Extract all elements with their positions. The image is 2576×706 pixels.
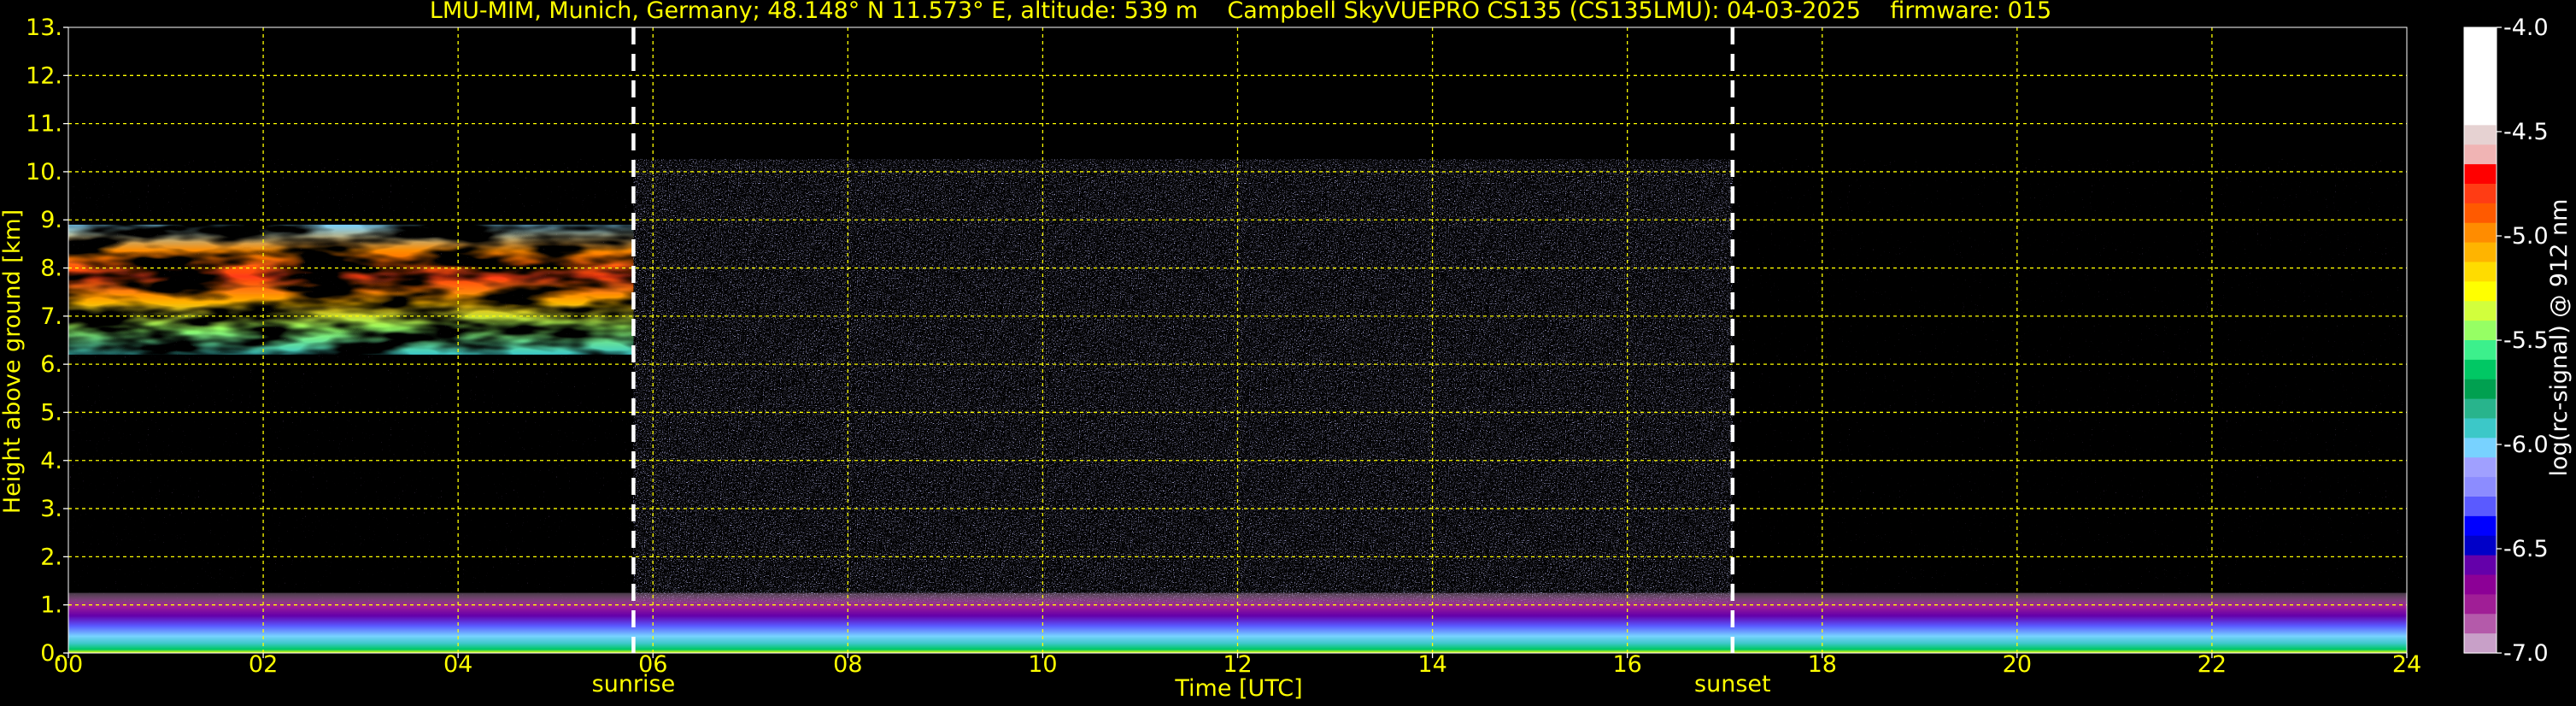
colorbar-segment <box>2464 262 2497 282</box>
x-tick-label: 04 <box>443 651 472 678</box>
y-axis: 0. 1. 2. 3. 4. 5. 6. 7. 8. 9. 10. 11. 12. 13. <box>26 15 68 667</box>
chart-title: LMU-MIM, Munich, Germany; 48.148° N 11.5… <box>430 0 2051 24</box>
y-tick-label: 9. <box>40 207 62 233</box>
ceilometer-figure: LMU-MIM, Munich, Germany; 48.148° N 11.5… <box>0 0 2573 702</box>
x-tick-label: 02 <box>249 651 278 678</box>
colorbar-segment <box>2464 340 2497 361</box>
colorbar-tick-label: -4.0 <box>2503 15 2549 41</box>
x-tick-label: 06 <box>638 651 667 678</box>
x-tick-label: 18 <box>1808 651 1837 678</box>
y-tick-label: 1. <box>40 592 62 619</box>
colorbar-segment <box>2464 242 2497 263</box>
y-tick-label: 13. <box>26 15 62 41</box>
colorbar-segment <box>2464 125 2497 145</box>
colorbar-segment <box>2464 203 2497 224</box>
colorbar-tick-label: -4.5 <box>2503 119 2549 145</box>
sunset-label: sunset <box>1694 671 1771 697</box>
colorbar-segment <box>2464 398 2497 420</box>
colorbar-tick-label: -5.0 <box>2503 223 2549 250</box>
y-tick-label: 12. <box>26 62 62 89</box>
x-tick-label: 20 <box>2003 651 2032 678</box>
colorbar-segment <box>2464 359 2497 380</box>
colorbar: -4.0 -4.5 -5.0 -5.5 -6.0 -6.5 -7.0 <box>2463 15 2549 667</box>
colorbar-segment <box>2464 535 2497 556</box>
x-tick-label: 10 <box>1028 651 1057 678</box>
y-tick-label: 6. <box>40 351 62 378</box>
colorbar-segment <box>2464 418 2497 438</box>
colorbar-tick-label: -5.5 <box>2503 327 2549 354</box>
y-tick-label: 0. <box>40 640 62 667</box>
colorbar-segment <box>2464 105 2497 126</box>
colorbar-segment <box>2464 27 2497 48</box>
colorbar-segment <box>2464 321 2497 341</box>
colorbar-segment <box>2464 457 2497 478</box>
colorbar-segment <box>2464 85 2497 107</box>
colorbar-segment <box>2464 574 2497 595</box>
x-tick-label: 12 <box>1223 651 1252 678</box>
plot-area <box>67 26 2408 654</box>
colorbar-segment <box>2464 66 2497 87</box>
y-axis-label: Height above ground [km] <box>0 209 26 514</box>
cloud-band <box>68 224 634 355</box>
x-tick-label: 14 <box>1417 651 1446 678</box>
y-tick-label: 11. <box>26 111 62 138</box>
colorbar-segment <box>2464 438 2497 458</box>
colorbar-segment <box>2464 477 2497 497</box>
colorbar-segment <box>2464 515 2497 537</box>
y-tick-label: 10. <box>26 159 62 185</box>
day-noise-region <box>633 159 1733 605</box>
y-tick-label: 3. <box>40 496 62 522</box>
x-axis-label: Time [UTC] <box>1174 675 1302 702</box>
colorbar-segment <box>2464 379 2497 400</box>
night-noise-region <box>1732 159 2407 605</box>
y-tick-label: 7. <box>40 303 62 330</box>
y-tick-label: 5. <box>40 399 62 426</box>
x-tick-label: 16 <box>1612 651 1641 678</box>
cloud-layer <box>68 224 634 355</box>
colorbar-segment <box>2464 555 2497 576</box>
colorbar-segment <box>2464 497 2497 517</box>
colorbar-segment <box>2464 614 2497 634</box>
colorbar-tick-label: -7.0 <box>2503 640 2549 667</box>
colorbar-segment <box>2464 144 2497 165</box>
colorbar-segment <box>2464 594 2497 615</box>
x-tick-label: 08 <box>833 651 862 678</box>
colorbar-segment <box>2464 164 2497 185</box>
colorbar-label: log(rc-signal) @ 912 nm <box>2546 199 2573 477</box>
x-tick-label: 22 <box>2198 651 2227 678</box>
colorbar-tick-label: -6.0 <box>2503 432 2549 458</box>
y-tick-label: 4. <box>40 448 62 474</box>
colorbar-segment <box>2464 184 2497 204</box>
y-tick-label: 8. <box>40 256 62 282</box>
colorbar-segment <box>2464 46 2497 68</box>
colorbar-segment <box>2464 633 2497 654</box>
colorbar-segment <box>2464 281 2497 302</box>
x-tick-label: 24 <box>2392 651 2421 678</box>
colorbar-segment <box>2464 301 2497 321</box>
colorbar-segment <box>2464 222 2497 244</box>
colorbar-tick-label: -6.5 <box>2503 536 2549 562</box>
y-tick-label: 2. <box>40 544 62 570</box>
